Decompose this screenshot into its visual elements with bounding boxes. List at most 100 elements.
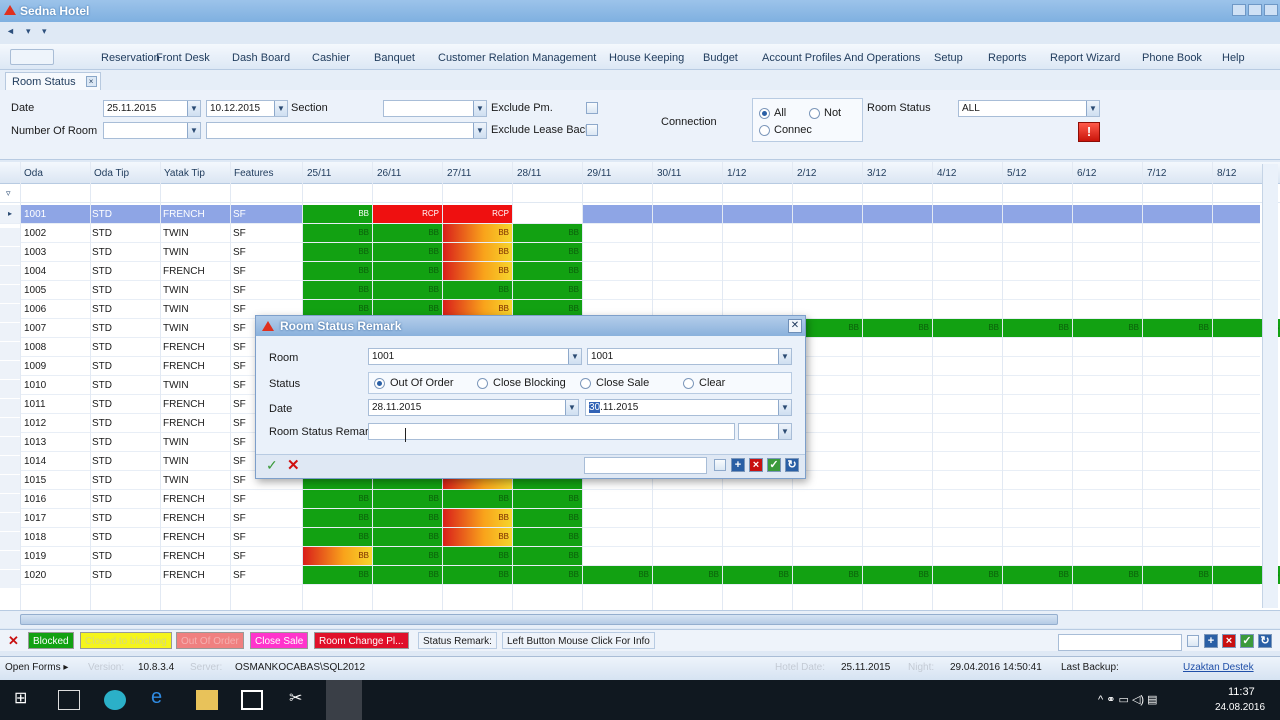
reservation-cell[interactable]: BB xyxy=(302,566,372,584)
scroll-thumb[interactable] xyxy=(20,614,1058,625)
menu-crm[interactable]: Customer Relation Management xyxy=(438,52,596,64)
reservation-cell[interactable]: BB xyxy=(442,490,512,508)
status-clear-radio[interactable] xyxy=(683,378,694,389)
reservation-cell[interactable]: BB xyxy=(512,224,582,242)
table-row[interactable]: 1002 STD TWIN SF BB BB BB BB xyxy=(0,224,1260,246)
reservation-cell[interactable]: BB xyxy=(372,243,442,261)
status-out-of-order-radio[interactable] xyxy=(374,378,385,389)
reservation-cell[interactable]: BB xyxy=(372,566,442,584)
confirm-icon[interactable]: ✓ xyxy=(1240,634,1254,648)
date-to-field[interactable]: 10.12.2015 ▼ xyxy=(206,100,288,117)
chevron-down-icon[interactable]: ▼ xyxy=(187,123,200,138)
menu-cashier[interactable]: Cashier xyxy=(312,52,350,64)
cancel-icon[interactable]: ✕ xyxy=(287,456,300,474)
dialog-checkbox[interactable] xyxy=(714,459,726,471)
tool-icon[interactable]: ✂ xyxy=(289,688,311,708)
open-forms-button[interactable]: Open Forms ▸ xyxy=(5,662,68,673)
reservation-cell[interactable]: BB xyxy=(932,319,1002,337)
reservation-cell[interactable]: BB xyxy=(512,243,582,261)
remark-input[interactable] xyxy=(368,423,735,440)
reservation-cell[interactable]: BB xyxy=(1142,566,1212,584)
reservation-cell[interactable]: BB xyxy=(442,566,512,584)
reservation-cell[interactable]: BB xyxy=(652,566,722,584)
reservation-cell[interactable]: BB xyxy=(302,490,372,508)
table-row[interactable]: 1004 STD FRENCH SF BB BB BB BB xyxy=(0,262,1260,284)
reservation-cell[interactable]: BB xyxy=(302,509,372,527)
column-oda[interactable]: Oda xyxy=(24,168,43,179)
row-indicator[interactable]: ▸ xyxy=(0,205,20,223)
tray-icons[interactable]: ^ ⚭ ▭ ◁) ▤ xyxy=(1098,693,1158,706)
chevron-down-icon[interactable]: ▼ xyxy=(1086,101,1099,116)
column-oda-tip[interactable]: Oda Tip xyxy=(94,168,129,179)
reservation-cell[interactable]: BB xyxy=(512,509,582,527)
start-icon[interactable]: ⊞ xyxy=(14,688,36,708)
reservation-cell[interactable]: BB xyxy=(1142,319,1212,337)
grid-filter-row[interactable]: ▿ xyxy=(0,184,1280,203)
menu-budget[interactable]: Budget xyxy=(703,52,738,64)
exclude-pm-checkbox[interactable] xyxy=(586,102,598,114)
task-view-icon[interactable] xyxy=(58,690,80,710)
connection-all-radio[interactable] xyxy=(759,108,770,119)
column-date[interactable]: 30/11 xyxy=(657,168,681,179)
menu-house-keeping[interactable]: House Keeping xyxy=(609,52,684,64)
vertical-scrollbar[interactable] xyxy=(1262,164,1278,608)
table-row[interactable]: 1005 STD TWIN SF BB BB BB BB xyxy=(0,281,1260,303)
table-row[interactable]: 1003 STD TWIN SF BB BB BB BB xyxy=(0,243,1260,265)
delete-icon[interactable]: × xyxy=(1222,634,1236,648)
chevron-down-icon[interactable]: ▼ xyxy=(778,349,791,364)
clock-date[interactable]: 24.08.2016 xyxy=(1215,702,1265,713)
menu-front-desk[interactable]: Front Desk xyxy=(156,52,210,64)
calendar-dropdown-icon[interactable]: ▼ xyxy=(565,400,578,415)
reservation-cell[interactable]: BB xyxy=(372,224,442,242)
exclude-lease-checkbox[interactable] xyxy=(586,124,598,136)
column-date[interactable]: 8/12 xyxy=(1217,168,1236,179)
reservation-cell[interactable]: BB xyxy=(792,566,862,584)
reservation-cell[interactable]: BB xyxy=(372,509,442,527)
calendar-dropdown-icon[interactable]: ▼ xyxy=(274,101,287,116)
confirm-icon[interactable]: ✓ xyxy=(767,458,781,472)
chevron-down-icon[interactable]: ▼ xyxy=(473,101,486,116)
reservation-cell[interactable]: BB xyxy=(442,528,512,546)
menu-setup[interactable]: Setup xyxy=(934,52,963,64)
column-date[interactable]: 27/11 xyxy=(447,168,471,179)
close-window-button[interactable] xyxy=(1264,4,1278,16)
reservation-cell[interactable]: BB xyxy=(512,547,582,565)
status-close-blocking-radio[interactable] xyxy=(477,378,488,389)
dialog-date-to[interactable]: 30.11.2015 ▼ xyxy=(585,399,792,416)
tab-room-status[interactable]: Room Status × xyxy=(5,72,101,90)
quick-access-icon[interactable]: ◄ xyxy=(6,26,15,36)
refresh-icon[interactable]: ↻ xyxy=(785,458,799,472)
sedna-taskbar-icon[interactable] xyxy=(326,680,362,720)
dialog-date-from[interactable]: 28.11.2015 ▼ xyxy=(368,399,579,416)
room-list-select[interactable]: ▼ xyxy=(206,122,487,139)
edge-icon[interactable]: e xyxy=(151,686,173,708)
close-legend-icon[interactable]: ✕ xyxy=(8,633,19,649)
table-row[interactable]: 1018 STD FRENCH SF BB BB BB BB xyxy=(0,528,1260,550)
column-features[interactable]: Features xyxy=(234,168,273,179)
save-icon[interactable]: ✓ xyxy=(266,457,278,474)
horizontal-scrollbar[interactable] xyxy=(0,610,1280,628)
column-date[interactable]: 7/12 xyxy=(1147,168,1166,179)
reservation-cell[interactable]: BB xyxy=(302,281,372,299)
store-icon[interactable] xyxy=(241,690,263,710)
reservation-cell[interactable]: BB xyxy=(862,319,932,337)
reservation-cell[interactable]: BB xyxy=(1072,319,1142,337)
reservation-cell[interactable]: BB xyxy=(512,262,582,280)
alert-icon[interactable]: ! xyxy=(1078,122,1100,142)
reservation-cell[interactable]: BB xyxy=(512,281,582,299)
reservation-cell[interactable]: BB xyxy=(372,547,442,565)
refresh-icon[interactable]: ↻ xyxy=(1258,634,1272,648)
menu-banquet[interactable]: Banquet xyxy=(374,52,415,64)
browser-icon[interactable] xyxy=(104,690,126,710)
table-row[interactable]: ▸ 1001 STD FRENCH SF BB RCP RCP xyxy=(0,205,1260,224)
dialog-close-icon[interactable]: ✕ xyxy=(788,319,802,333)
clock-time[interactable]: 11:37 xyxy=(1228,686,1255,698)
reservation-cell[interactable]: RCP xyxy=(372,205,442,223)
number-of-room-select[interactable]: ▼ xyxy=(103,122,201,139)
table-row[interactable]: 1020 STD FRENCH SF BB BB BB BB BB BB BB BB BB BB BB BB B… xyxy=(0,566,1280,588)
calendar-dropdown-icon[interactable]: ▼ xyxy=(187,101,200,116)
reservation-cell[interactable]: BB xyxy=(442,262,512,280)
reservation-cell[interactable]: BB xyxy=(302,528,372,546)
table-row[interactable]: 1017 STD FRENCH SF BB BB BB BB xyxy=(0,509,1260,531)
column-date[interactable]: 2/12 xyxy=(797,168,816,179)
